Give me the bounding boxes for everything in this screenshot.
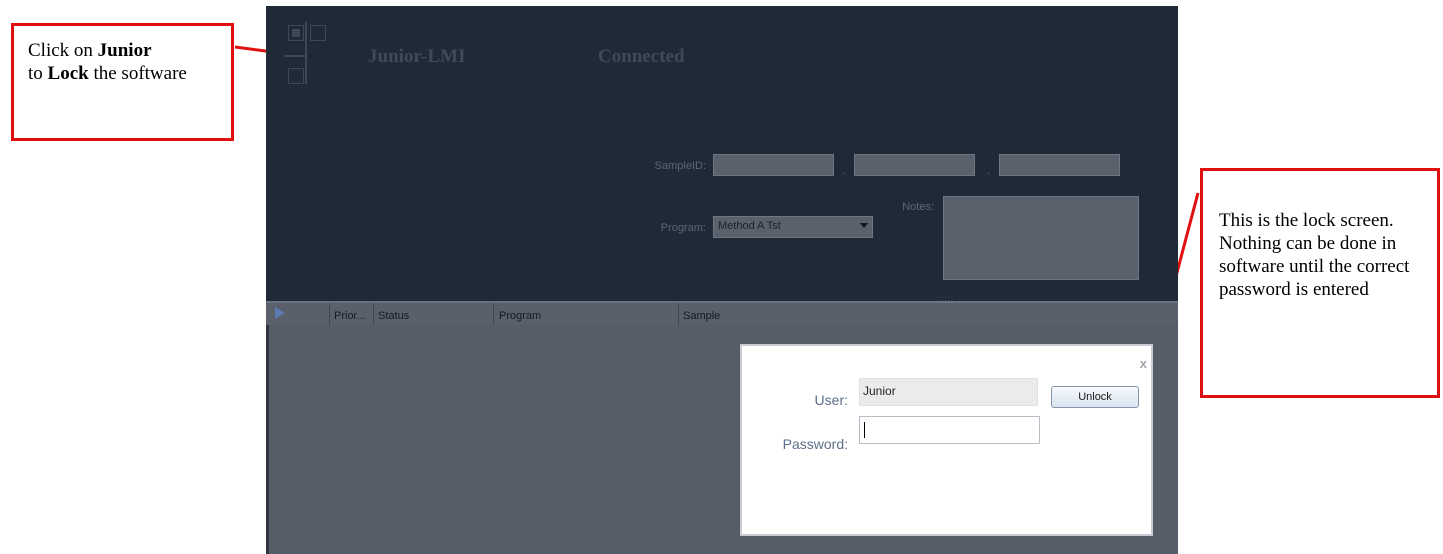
callout-text: to bbox=[28, 63, 48, 84]
callout-text: This is the lock screen. Nothing can be … bbox=[1219, 210, 1410, 300]
text-caret bbox=[864, 422, 865, 438]
program-select[interactable]: Method A Tst bbox=[713, 216, 873, 238]
program-label: Program: bbox=[660, 222, 706, 234]
callout-bold-lock: Lock bbox=[47, 63, 89, 84]
column-divider[interactable] bbox=[329, 303, 330, 325]
logo-square bbox=[288, 68, 304, 84]
connection-status: Connected bbox=[598, 46, 685, 67]
app-title[interactable]: Junior-LMI bbox=[368, 46, 465, 68]
callout-text: Click on bbox=[28, 40, 98, 61]
program-select-value: Method A Tst bbox=[718, 220, 781, 232]
callout-bold-junior: Junior bbox=[97, 40, 152, 61]
column-header-status[interactable]: Status bbox=[378, 310, 409, 322]
unlock-button[interactable]: Unlock bbox=[1051, 386, 1139, 408]
password-field[interactable] bbox=[859, 416, 1040, 444]
user-label: User: bbox=[814, 392, 848, 408]
sample-id-separator: . bbox=[987, 165, 991, 177]
column-divider[interactable] bbox=[373, 303, 374, 325]
sample-id-field-2[interactable] bbox=[854, 154, 975, 176]
user-field: Junior bbox=[859, 378, 1038, 406]
app-window: Junior-LMI Connected SampleID: . . Progr… bbox=[266, 6, 1178, 554]
column-header-sample[interactable]: Sample bbox=[683, 310, 720, 322]
play-icon[interactable] bbox=[275, 307, 285, 319]
sample-id-separator: . bbox=[842, 165, 846, 177]
callout-text: the software bbox=[88, 63, 187, 84]
grid-logo-icon[interactable] bbox=[284, 22, 338, 90]
close-icon[interactable]: x bbox=[1140, 356, 1147, 371]
lock-dialog: x User: Junior Password: Unlock bbox=[740, 344, 1153, 536]
table-header: Prior... Status Program Sample bbox=[266, 301, 1178, 325]
column-header-priority[interactable]: Prior... bbox=[334, 310, 366, 322]
password-label: Password: bbox=[782, 436, 848, 452]
notes-label: Notes: bbox=[902, 201, 934, 213]
chevron-down-icon bbox=[860, 223, 868, 228]
sample-id-label: SampleID: bbox=[654, 160, 706, 172]
column-header-program[interactable]: Program bbox=[499, 310, 541, 322]
column-divider[interactable] bbox=[678, 303, 679, 325]
notes-field[interactable] bbox=[943, 196, 1139, 280]
annotation-callout-right: This is the lock screen. Nothing can be … bbox=[1200, 168, 1440, 398]
logo-square bbox=[310, 25, 326, 41]
logo-square bbox=[288, 25, 304, 41]
table-left-edge bbox=[266, 325, 269, 554]
annotation-callout-left: Click on Junior to Lock the software bbox=[11, 23, 234, 141]
column-divider[interactable] bbox=[493, 303, 494, 325]
sample-id-field-1[interactable] bbox=[713, 154, 834, 176]
sample-id-field-3[interactable] bbox=[999, 154, 1120, 176]
logo-bar bbox=[305, 22, 307, 84]
logo-bar bbox=[284, 55, 306, 57]
